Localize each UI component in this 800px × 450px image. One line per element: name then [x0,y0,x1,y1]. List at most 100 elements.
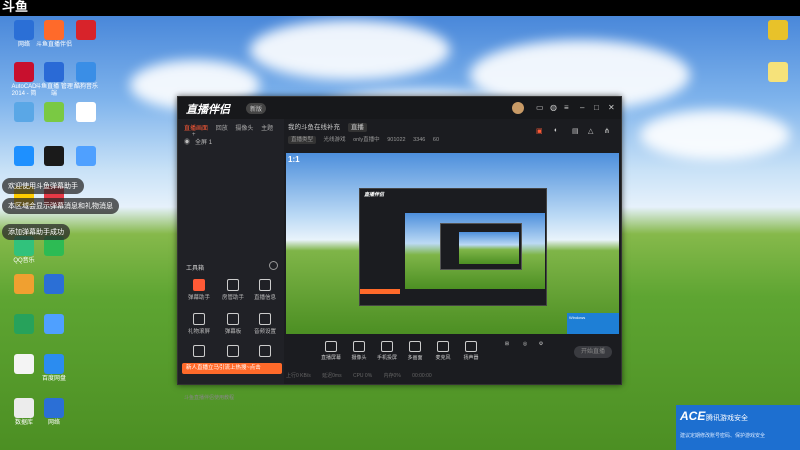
desktop-icon[interactable] [66,102,106,124]
start-live-button[interactable]: 开始直播 [574,346,612,358]
app-icon [76,20,96,40]
app-icon [14,102,34,122]
tab-theme[interactable]: 主题 [261,126,273,132]
tool-item[interactable]: 弹幕助手 [184,279,214,301]
source-icon [381,341,393,352]
gift-icon[interactable]: ▣ [536,127,543,135]
toolbox-title: 工具箱 [186,266,205,272]
tool-item[interactable]: 礼物滚屏 [184,313,214,335]
app-icon [44,314,64,334]
menu-icon[interactable]: ≡ [564,103,569,112]
app-icon [44,354,64,374]
tab-camera[interactable]: 摄像头 [235,126,253,132]
tool-item[interactable]: 房管助手 [218,279,248,301]
tab-replay[interactable]: 回放 [216,126,228,132]
desktop-icon[interactable] [758,20,798,42]
share-icon[interactable]: ⋔ [604,127,610,135]
bottom-toolbar: 直播屏幕 摄像头 手机投屏 多画面 麦克风 扬声器 ⊞ ◎ ⚙ 开始直播 [286,337,619,367]
record-icon[interactable]: ◐ [554,127,558,134]
source-button[interactable]: 手机投屏 [372,341,402,361]
desktop-icon[interactable] [34,314,74,336]
tool-icon [259,279,271,291]
desktop-icon[interactable] [66,146,106,168]
plugin-icon[interactable]: ⊞ [502,341,512,347]
scene-item[interactable]: ◉ 全屏 1 [184,137,212,146]
source-button[interactable]: 摄像头 [344,341,374,361]
eye-icon[interactable]: ◉ [184,140,190,146]
close-icon[interactable]: ✕ [608,103,615,112]
meta-category: 光线游戏 [323,137,346,143]
skin-icon[interactable]: ◍ [550,103,557,112]
tool-item[interactable]: 弹幕板 [218,313,248,335]
tool-label: 直播信息 [253,295,276,301]
nested-promo [360,289,400,294]
meta-fans: 60 [432,137,440,143]
tab-live-screen[interactable]: 直播画面 [184,126,208,132]
app-icon [14,20,34,40]
app-icon [44,146,64,166]
meta-type[interactable]: 直播类型 [288,136,317,144]
app-icon [44,102,64,122]
status-cpu: CPU 0% [352,373,373,379]
tool-item[interactable] [184,345,214,359]
status-time: 00:00:00 [412,373,432,379]
source-button[interactable]: 扬声器 [456,341,486,361]
tool-icon [259,313,271,325]
source-icon [465,341,477,352]
desktop-icon-label: 网络 [47,420,60,426]
avatar[interactable] [512,102,524,114]
app-icon [14,314,34,334]
desktop-icon[interactable] [34,274,74,296]
tool-label: 礼物滚屏 [187,329,210,335]
source-label: 多画面 [407,355,423,361]
source-label: 手机投屏 [376,355,397,361]
file-icon [768,20,788,40]
desktop-icon[interactable] [758,62,798,84]
app-icon [14,62,34,82]
left-panel: 直播画面 回放 摄像头 主题 + ◉ 全屏 1 工具箱 弹幕助手 房管助手 直播信息… [178,119,284,401]
source-button[interactable]: 多画面 [400,341,430,361]
stream-title[interactable]: 我的斗鱼在线补充 [288,124,340,131]
app-icon [44,398,64,418]
desktop-icon-label: 酷狗音乐 [73,84,98,90]
tool-item[interactable]: 音频设置 [250,313,280,335]
effects-icon[interactable]: ◎ [520,341,530,347]
bell-icon[interactable]: △ [588,127,593,135]
version-badge[interactable]: 新版 [246,103,267,114]
message-icon[interactable]: ▭ [536,103,544,112]
preview-canvas[interactable]: 1:1 直播伴侣 Windows [286,153,619,334]
minimize-icon[interactable]: – [580,103,584,112]
source-button[interactable]: 直播屏幕 [316,341,346,361]
tutorial-link[interactable]: 斗鱼直播伴侣使用教程 [184,394,234,401]
source-icon [409,341,421,352]
danmaku-notice-2: 本区域会显示弹幕消息和礼物消息 [2,198,119,214]
danmaku-notice-1: 欢迎使用斗鱼弹幕助手 [2,178,84,194]
tool-item[interactable]: 直播信息 [250,279,280,301]
tool-label: 音频设置 [253,329,276,335]
desktop-icon[interactable]: 百度网盘 [34,354,74,383]
tool-icon [227,279,239,291]
settings-icon[interactable]: ⚙ [536,341,546,347]
tool-item[interactable] [250,345,280,359]
desktop-icon-label: 百度网盘 [41,376,66,382]
security-toast[interactable]: ACE 腾讯游戏安全 建议定期修改账号密码、保护游戏安全 [676,405,800,450]
desktop-icon[interactable] [66,20,106,42]
maximize-icon[interactable]: □ [594,103,599,112]
promo-banner[interactable]: 新人直播立马引流上热搜~点击 [182,363,282,374]
scene-tabs: 直播画面 回放 摄像头 主题 + [184,123,284,138]
app-brand: 直播伴侣 [186,104,230,116]
title-bar: 直播伴侣 新版 ▭ ◍ ≡ – □ ✕ [178,97,621,119]
meta-heat: 3346 [413,137,426,143]
lock-icon[interactable]: ▤ [572,127,579,135]
stream-tag[interactable]: 直播 [347,123,367,132]
app-icon [14,354,34,374]
desktop-icon[interactable]: 酷狗音乐 [66,62,106,91]
tool-item[interactable] [218,345,248,359]
source-button[interactable]: 麦克风 [428,341,458,361]
toolbox-collapse-icon[interactable] [269,261,278,270]
tool-label: 弹幕板 [224,329,242,335]
app-icon [14,398,34,418]
desktop-icon[interactable]: 网络 [34,398,74,427]
app-icon [14,146,34,166]
nested-preview-window: 直播伴侣 [359,188,547,306]
